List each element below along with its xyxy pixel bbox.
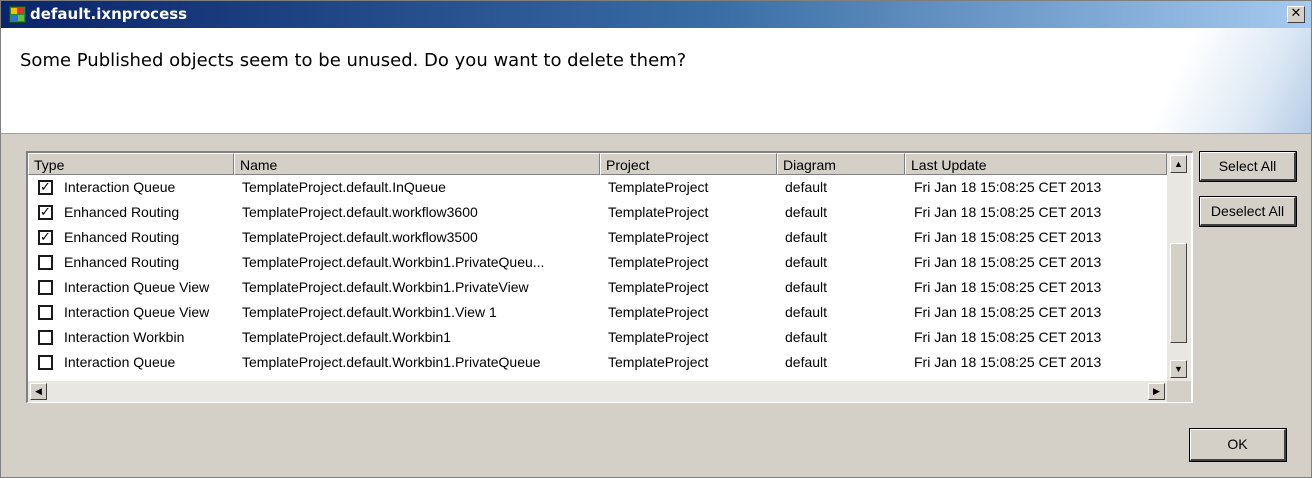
row-checkbox[interactable] [38,305,53,320]
cell-type: Enhanced Routing [64,229,180,245]
table-row[interactable]: Interaction Queue View TemplateProject.d… [28,275,1167,300]
cell-last-update: Fri Jan 18 15:08:25 CET 2013 [914,179,1102,195]
scroll-down-button[interactable]: ▼ [1170,360,1187,378]
cell-last-update: Fri Jan 18 15:08:25 CET 2013 [914,304,1102,320]
arrow-down-icon: ▼ [1174,364,1183,374]
table-row[interactable]: Enhanced Routing TemplateProject.default… [28,250,1167,275]
cell-project: TemplateProject [608,179,709,195]
title-bar[interactable]: default.ixnprocess ✕ [1,1,1311,28]
check-icon: ✓ [40,180,51,195]
ok-button[interactable]: OK [1189,428,1287,462]
cell-name: TemplateProject.default.workflow3500 [242,229,478,245]
column-header-type[interactable]: Type [28,153,234,175]
column-header-project[interactable]: Project [600,153,777,175]
row-checkbox[interactable] [38,280,53,295]
arrow-left-icon: ◀ [35,386,42,396]
cell-name: TemplateProject.default.Workbin1 [242,329,452,345]
dialog-window: default.ixnprocess ✕ Some Published obje… [0,0,1312,478]
cell-last-update: Fri Jan 18 15:08:25 CET 2013 [914,229,1102,245]
cell-type: Enhanced Routing [64,254,180,270]
scroll-up-button[interactable]: ▲ [1170,155,1187,173]
scroll-left-button[interactable]: ◀ [30,383,47,400]
app-icon [9,6,26,23]
column-header-name[interactable]: Name [234,153,600,175]
cell-name: TemplateProject.default.Workbin1.View 1 [242,304,497,320]
cell-type: Interaction Queue View [64,304,210,320]
close-button[interactable]: ✕ [1287,6,1305,23]
cell-type: Interaction Queue [64,179,176,195]
cell-project: TemplateProject [608,254,709,270]
arrow-up-icon: ▲ [1174,159,1183,169]
cell-last-update: Fri Jan 18 15:08:25 CET 2013 [914,254,1102,270]
cell-diagram: default [785,279,828,295]
cell-project: TemplateProject [608,204,709,220]
row-checkbox[interactable] [38,355,53,370]
scroll-right-button[interactable]: ▶ [1148,383,1165,400]
row-checkbox[interactable]: ✓ [38,230,53,245]
cell-project: TemplateProject [608,279,709,295]
cell-last-update: Fri Jan 18 15:08:25 CET 2013 [914,329,1102,345]
cell-last-update: Fri Jan 18 15:08:25 CET 2013 [914,279,1102,295]
table-row[interactable]: Interaction Queue View TemplateProject.d… [28,300,1167,325]
cell-name: TemplateProject.default.workflow3600 [242,204,478,220]
cell-diagram: default [785,204,828,220]
message-banner: Some Published objects seem to be unused… [1,28,1311,134]
vertical-scroll-thumb[interactable] [1170,243,1187,343]
cell-name: TemplateProject.default.InQueue [242,179,446,195]
banner-message: Some Published objects seem to be unused… [20,50,687,71]
cell-diagram: default [785,354,828,370]
row-checkbox[interactable]: ✓ [38,205,53,220]
table-row[interactable]: Interaction Queue TemplateProject.defaul… [28,350,1167,375]
arrow-right-icon: ▶ [1153,386,1160,396]
cell-type: Interaction Workbin [64,329,185,345]
row-checkbox[interactable] [38,330,53,345]
cell-name: TemplateProject.default.Workbin1.Private… [242,279,529,295]
table-row[interactable]: ✓ Interaction Queue TemplateProject.defa… [28,175,1167,200]
column-header-last-update[interactable]: Last Update [905,153,1167,175]
row-checkbox[interactable]: ✓ [38,180,53,195]
cell-project: TemplateProject [608,354,709,370]
cell-diagram: default [785,329,828,345]
deselect-all-button[interactable]: Deselect All [1199,196,1297,227]
cell-name: TemplateProject.default.Workbin1.Private… [242,354,541,370]
window-title: default.ixnprocess [30,5,188,23]
cell-last-update: Fri Jan 18 15:08:25 CET 2013 [914,354,1102,370]
objects-table: Type Name Project Diagram Last Update ✓ … [26,151,1193,403]
cell-last-update: Fri Jan 18 15:08:25 CET 2013 [914,204,1102,220]
column-header-diagram[interactable]: Diagram [777,153,905,175]
cell-project: TemplateProject [608,304,709,320]
cell-type: Interaction Queue [64,354,176,370]
cell-project: TemplateProject [608,329,709,345]
scrollbar-corner [1167,381,1191,402]
cell-type: Interaction Queue View [64,279,210,295]
vertical-scrollbar[interactable]: ▲ ▼ [1167,153,1191,381]
table-row[interactable]: ✓ Enhanced Routing TemplateProject.defau… [28,200,1167,225]
cell-name: TemplateProject.default.Workbin1.Private… [242,254,545,270]
check-icon: ✓ [40,205,51,220]
cell-diagram: default [785,179,828,195]
table-row[interactable]: ✓ Enhanced Routing TemplateProject.defau… [28,225,1167,250]
cell-diagram: default [785,254,828,270]
check-icon: ✓ [40,230,51,245]
table-row[interactable]: Interaction Workbin TemplateProject.defa… [28,325,1167,350]
cell-project: TemplateProject [608,229,709,245]
cell-diagram: default [785,304,828,320]
table-header: Type Name Project Diagram Last Update [28,153,1167,175]
horizontal-scrollbar[interactable]: ◀ ▶ [28,381,1167,402]
cell-diagram: default [785,229,828,245]
close-icon: ✕ [1290,6,1302,21]
row-checkbox[interactable] [38,255,53,270]
cell-type: Enhanced Routing [64,204,180,220]
select-all-button[interactable]: Select All [1199,151,1297,182]
